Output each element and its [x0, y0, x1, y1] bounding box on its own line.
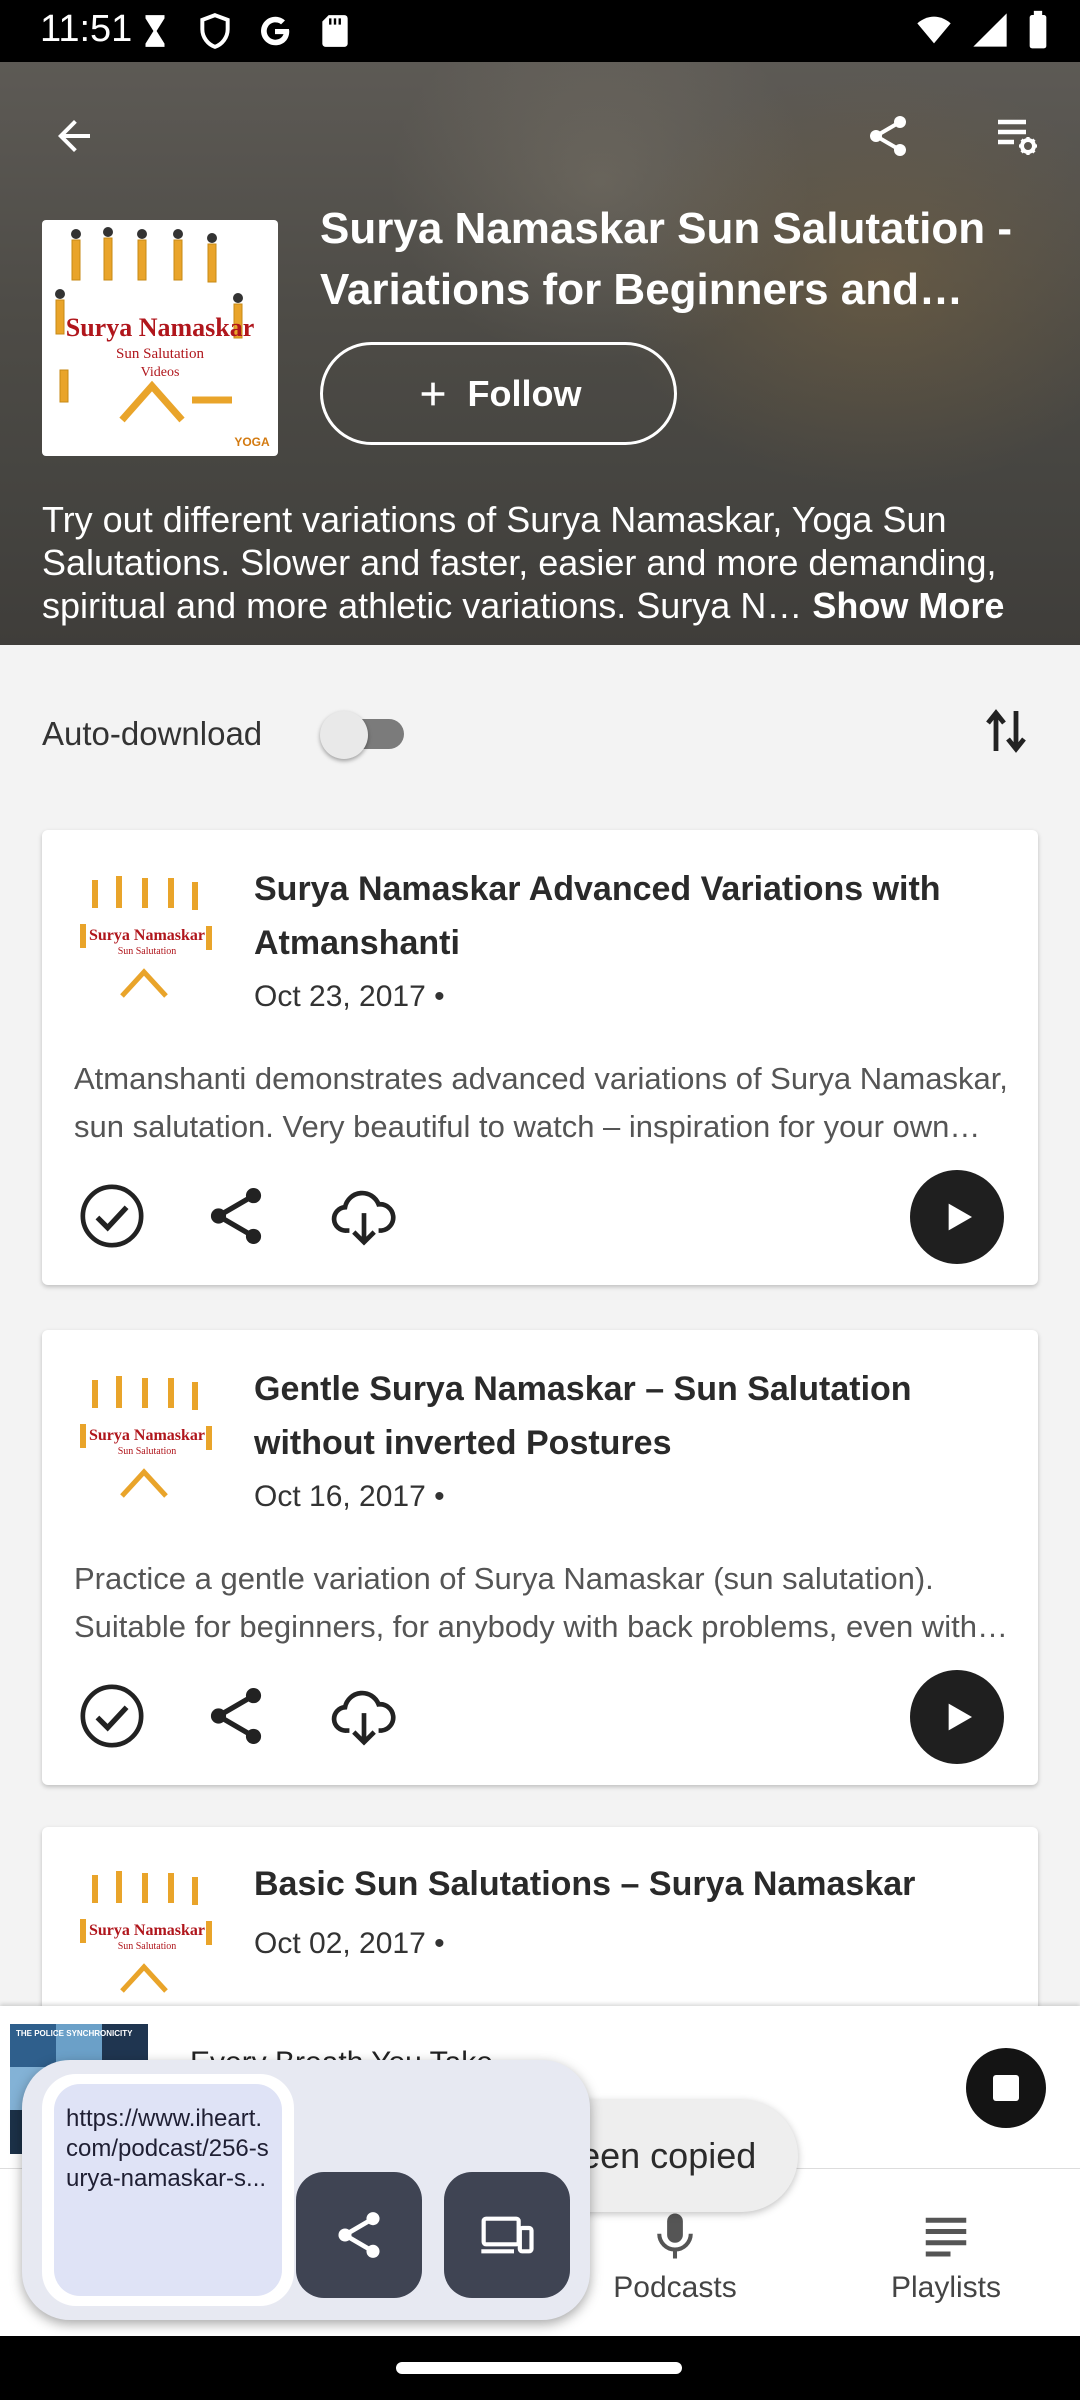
episode-title[interactable]: Surya Namaskar Advanced Variations with … — [254, 862, 994, 970]
auto-download-label: Auto-download — [42, 715, 263, 752]
episode-share-button[interactable] — [198, 1178, 274, 1254]
toggle-thumb — [320, 711, 368, 759]
svg-text:Surya Namaskar: Surya Namaskar — [89, 1427, 205, 1444]
playlist-icon — [925, 2217, 967, 2257]
check-circle-icon — [80, 1684, 144, 1748]
episode-share-button[interactable] — [198, 1678, 274, 1754]
episode-thumbnail: Surya Namaskar Sun Salutation — [72, 866, 222, 1016]
episode-thumbnail: Surya Namaskar Sun Salutation — [72, 1366, 222, 1516]
share-icon — [210, 1688, 262, 1744]
cloud-download-icon — [331, 1190, 396, 1246]
episode-description: Practice a gentle variation of Surya Nam… — [74, 1561, 977, 1644]
episode-card[interactable]: Surya Namaskar Sun Salutation Basic Sun … — [42, 1827, 1038, 2010]
stop-icon — [993, 2075, 1019, 2101]
copied-url-preview[interactable]: https://www.iheart.com/podcast/256-surya… — [42, 2074, 294, 2306]
hourglass-icon — [145, 15, 165, 47]
cloud-download-icon — [331, 1690, 396, 1746]
check-circle-icon — [80, 1184, 144, 1248]
copied-url-text: https://www.iheart.com/podcast/256-surya… — [54, 2084, 282, 2296]
status-time: 11:51 — [40, 8, 133, 50]
svg-text:Sun Salutation: Sun Salutation — [118, 1941, 177, 1952]
overlay-nearby-device-button[interactable] — [444, 2172, 570, 2298]
episode-card[interactable]: Surya Namaskar Sun Salutation Surya Nama… — [42, 830, 1038, 1285]
podcast-title: Surya Namaskar Sun Salutation - Variatio… — [320, 204, 1012, 314]
google-icon — [261, 16, 290, 46]
battery-icon — [1029, 10, 1047, 49]
episode-title[interactable]: Basic Sun Salutations – Surya Namaskar — [254, 1857, 994, 1911]
nav-label-podcasts: Podcasts — [613, 2271, 737, 2304]
plus-icon — [421, 382, 444, 405]
play-episode-button[interactable] — [910, 1170, 1004, 1264]
queue-settings-button[interactable] — [976, 96, 1056, 176]
home-gesture-handle[interactable] — [396, 2362, 682, 2374]
wifi-icon — [917, 16, 951, 44]
podcast-cover-art: Surya Namaskar Sun Salutation Videos YOG… — [42, 220, 278, 456]
show-more-link[interactable]: Show More — [812, 585, 1004, 626]
mark-played-button[interactable] — [74, 1678, 150, 1754]
yoga-poses-thumbnail: Surya Namaskar Sun Salutation — [80, 1376, 212, 1498]
status-bar: 11:51 — [0, 0, 1080, 62]
share-icon — [870, 116, 906, 156]
share-icon — [338, 2212, 380, 2258]
podcast-description: Try out different variations of Surya Na… — [42, 498, 1042, 627]
cover-badge-text: YOGA — [234, 435, 270, 449]
podcast-header: Surya Namaskar Sun Salutation Videos YOG… — [0, 62, 1080, 645]
share-icon — [210, 1188, 262, 1244]
nav-item-podcasts[interactable]: Podcasts — [565, 2209, 785, 2305]
auto-download-toggle[interactable] — [320, 711, 404, 759]
play-icon — [948, 1203, 972, 1231]
cover-subtitle-text: Sun Salutation — [116, 346, 204, 362]
mark-played-button[interactable] — [74, 1178, 150, 1254]
episode-thumbnail: Surya Namaskar Sun Salutation — [72, 1861, 222, 2010]
episode-description: Atmanshanti demonstrates advanced variat… — [74, 1061, 1008, 1144]
sd-card-icon — [322, 15, 348, 47]
svg-text:Sun Salutation: Sun Salutation — [118, 946, 177, 957]
sort-button[interactable] — [970, 695, 1042, 767]
yoga-poses-thumbnail: Surya Namaskar Sun Salutation — [80, 1871, 212, 1993]
svg-text:Sun Salutation: Sun Salutation — [118, 1446, 177, 1457]
episode-date: Oct 23, 2017 • — [254, 980, 445, 1013]
follow-label: Follow — [467, 372, 582, 414]
gesture-navigation-bar — [0, 2336, 1080, 2400]
play-icon — [948, 1703, 972, 1731]
nav-label-playlists: Playlists — [890, 2271, 1002, 2304]
back-button[interactable] — [34, 96, 114, 176]
status-notification-icons — [136, 12, 354, 50]
overlay-share-button[interactable] — [296, 2172, 422, 2298]
sort-arrows-icon — [986, 709, 1026, 753]
episode-date: Oct 02, 2017 • — [254, 1927, 445, 1960]
status-system-icons — [914, 10, 1050, 50]
episode-title[interactable]: Gentle Surya Namaskar – Sun Salutation w… — [254, 1362, 994, 1470]
svg-text:Surya Namaskar: Surya Namaskar — [89, 927, 205, 944]
cover-videos-text: Videos — [141, 365, 180, 380]
episode-card[interactable]: Surya Namaskar Sun Salutation Gentle Sur… — [42, 1330, 1038, 1785]
download-button[interactable] — [326, 1678, 402, 1754]
nav-item-playlists[interactable]: Playlists — [836, 2209, 1056, 2305]
playlist-settings-icon — [998, 119, 1037, 155]
microphone-icon — [657, 2213, 693, 2259]
episode-list-area: Auto-download Surya Namaskar Sun Salutat… — [0, 645, 1080, 2010]
episode-date: Oct 16, 2017 • — [254, 1480, 445, 1513]
shield-icon — [200, 13, 230, 49]
svg-text:Surya Namaskar: Surya Namaskar — [89, 1922, 205, 1939]
signal-icon — [973, 13, 1007, 47]
cover-title-text: Surya Namaskar — [66, 313, 255, 342]
yoga-poses-illustration: Surya Namaskar Sun Salutation Videos YOG… — [55, 227, 270, 449]
download-button[interactable] — [326, 1178, 402, 1254]
play-episode-button[interactable] — [910, 1670, 1004, 1764]
stop-button[interactable] — [966, 2048, 1046, 2128]
follow-button[interactable]: Follow — [320, 342, 677, 445]
album-art-text: THE POLICE SYNCHRONICITY — [16, 2029, 133, 2038]
devices-icon — [481, 2216, 534, 2254]
share-button[interactable] — [848, 96, 928, 176]
arrow-back-icon — [58, 120, 90, 152]
yoga-poses-thumbnail: Surya Namaskar Sun Salutation — [80, 876, 212, 998]
clipboard-share-overlay: https://www.iheart.com/podcast/256-surya… — [22, 2060, 590, 2320]
